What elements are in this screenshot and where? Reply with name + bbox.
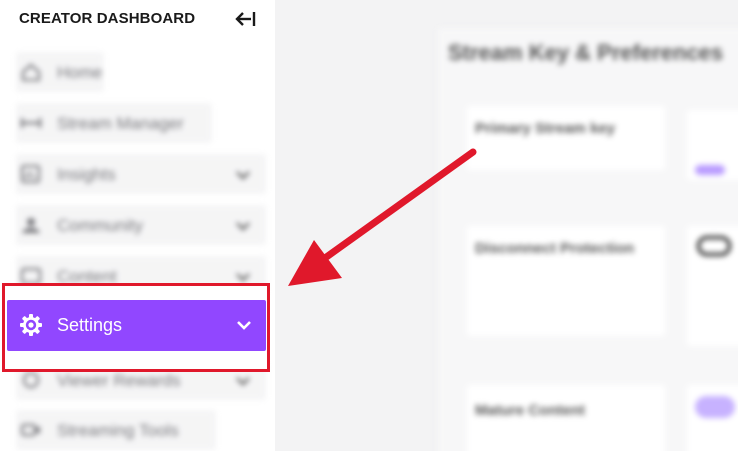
sidebar-item-label: Streaming Tools (57, 421, 179, 440)
section-label: Mature Content (475, 402, 585, 419)
community-icon (20, 216, 42, 234)
dashboard-title: CREATOR DASHBOARD (19, 10, 196, 27)
sidebar-header: CREATOR DASHBOARD (0, 0, 275, 40)
section-label: Primary Stream key (475, 120, 616, 137)
insights-icon (20, 164, 42, 184)
page-title: Stream Key & Preferences (448, 40, 724, 65)
chevron-down-icon (234, 219, 252, 231)
sidebar-item-label: Viewer Rewards (57, 371, 181, 390)
sidebar-item-home[interactable]: Home (0, 48, 275, 92)
sidebar-item-label: Community (57, 216, 143, 235)
sidebar-item-label: Stream Manager (57, 114, 184, 133)
gear-icon (19, 313, 43, 337)
stream-manager-icon (20, 114, 42, 132)
sidebar: CREATOR DASHBOARD Home Stream Manager In… (0, 0, 275, 451)
home-icon (20, 63, 42, 82)
chevron-down-icon (235, 319, 253, 332)
sidebar-item-stream-manager[interactable]: Stream Manager (0, 99, 275, 143)
sidebar-item-label: Settings (57, 315, 123, 335)
chevron-down-icon (234, 374, 252, 386)
collapse-sidebar-icon[interactable] (234, 9, 256, 29)
sidebar-item-community[interactable]: Community (0, 201, 275, 245)
primary-stream-key-card (467, 106, 665, 170)
section-label: Disconnect Protection (475, 240, 635, 257)
disconnect-toggle[interactable] (697, 236, 731, 256)
chevron-down-icon (234, 168, 252, 180)
chevron-down-icon (234, 270, 252, 282)
main-content: Stream Key & Preferences Primary Stream … (275, 0, 738, 451)
mature-content-toggle-area[interactable] (687, 385, 738, 451)
sidebar-item-insights[interactable]: Insights (0, 150, 275, 194)
rewards-icon (20, 371, 42, 389)
sidebar-item-label: Insights (57, 165, 116, 184)
mature-content-toggle[interactable] (695, 396, 735, 418)
streaming-tools-icon (20, 421, 42, 439)
stream-key-link[interactable] (695, 165, 725, 175)
sidebar-item-label: Home (57, 63, 103, 82)
sidebar-item-streaming-tools[interactable]: Streaming Tools (0, 406, 275, 450)
sidebar-item-settings[interactable]: Settings (7, 300, 266, 351)
